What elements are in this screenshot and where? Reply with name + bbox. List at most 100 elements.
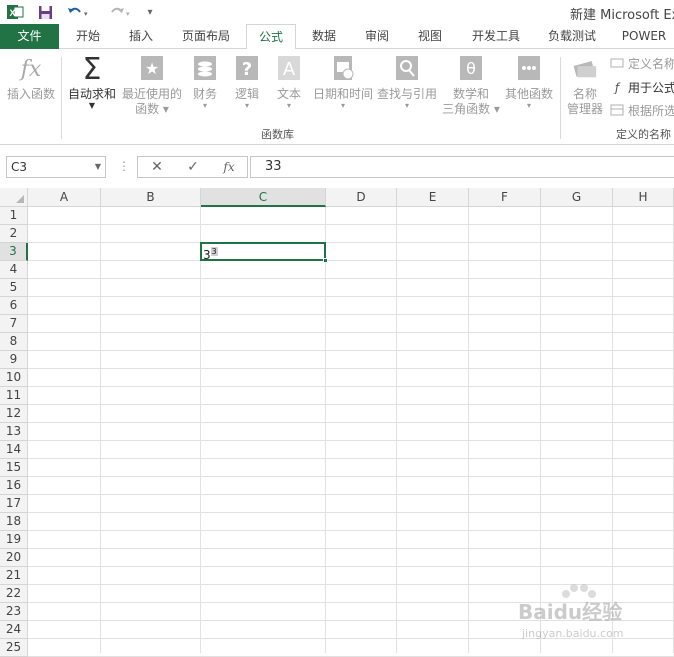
group-label-function-library: 函数库: [261, 128, 294, 141]
row-header-23[interactable]: 23: [0, 603, 28, 621]
create-from-selection-button[interactable]: 根据所选: [609, 101, 674, 119]
row-header-4[interactable]: 4: [0, 261, 28, 279]
grid-row-line: [28, 242, 674, 243]
table-select-icon: [609, 103, 625, 117]
name-manager-button[interactable]: 名称 管理器: [564, 53, 606, 117]
row-header-18[interactable]: 18: [0, 513, 28, 531]
row-header-16[interactable]: 16: [0, 477, 28, 495]
svg-text:X: X: [9, 8, 15, 18]
insert-function-button[interactable]: fx 插入函数: [4, 53, 58, 102]
logical-button[interactable]: ? 逻辑 ▾: [230, 53, 264, 110]
row-header-9[interactable]: 9: [0, 351, 28, 369]
tab-home[interactable]: 开始: [62, 24, 114, 49]
grid-row-line: [28, 422, 674, 423]
tab-view[interactable]: 视图: [405, 24, 455, 49]
chevron-down-icon[interactable]: ▼: [95, 157, 101, 177]
tab-data[interactable]: 数据: [300, 24, 348, 49]
lookup-reference-button[interactable]: 查找与引用 ▾: [376, 53, 438, 110]
financial-button[interactable]: 财务 ▾: [188, 53, 222, 110]
column-header-g[interactable]: G: [541, 188, 613, 207]
formula-bar-grip-icon[interactable]: ⋮: [118, 159, 130, 173]
tab-load-test[interactable]: 负载测试: [536, 24, 608, 49]
fx-icon: fx: [18, 53, 44, 83]
customize-quick-access-icon[interactable]: ▾: [144, 3, 156, 21]
row-header-24[interactable]: 24: [0, 621, 28, 639]
row-header-8[interactable]: 8: [0, 333, 28, 351]
confirm-icon[interactable]: ✓: [178, 157, 208, 177]
active-cell-c3[interactable]: [200, 242, 326, 261]
tab-review[interactable]: 审阅: [352, 24, 402, 49]
row-header-14[interactable]: 14: [0, 441, 28, 459]
math-trig-button[interactable]: θ 数学和 三角函数 ▾: [440, 53, 502, 117]
svg-text:ƒ: ƒ: [613, 81, 621, 94]
date-time-button[interactable]: 日期和时间 ▾: [312, 53, 374, 110]
row-header-6[interactable]: 6: [0, 297, 28, 315]
row-header-10[interactable]: 10: [0, 369, 28, 387]
fill-handle[interactable]: [323, 258, 328, 263]
row-header-7[interactable]: 7: [0, 315, 28, 333]
tab-page-layout[interactable]: 页面布局: [170, 24, 242, 49]
more-functions-button[interactable]: 其他函数 ▾: [502, 53, 556, 110]
row-header-1[interactable]: 1: [0, 207, 28, 225]
grid-row-line: [28, 296, 674, 297]
recently-used-button[interactable]: ★ 最近使用的 函数 ▾: [120, 53, 184, 117]
grid-column-line: [396, 207, 397, 653]
svg-text:?: ?: [242, 59, 252, 80]
dots-book-icon: [516, 53, 542, 83]
row-header-12[interactable]: 12: [0, 405, 28, 423]
magnifier-icon: [394, 53, 420, 83]
redo-icon[interactable]: ▾: [108, 3, 130, 21]
column-header-f[interactable]: F: [469, 188, 541, 207]
row-header-15[interactable]: 15: [0, 459, 28, 477]
row-header-21[interactable]: 21: [0, 567, 28, 585]
letter-a-icon: A: [276, 53, 302, 83]
row-header-20[interactable]: 20: [0, 549, 28, 567]
tab-file[interactable]: 文件: [0, 24, 59, 49]
tag-icon: [609, 56, 625, 70]
formula-input[interactable]: 33: [250, 156, 674, 178]
column-header-e[interactable]: E: [397, 188, 469, 207]
row-header-2[interactable]: 2: [0, 225, 28, 243]
grid-column-line: [468, 207, 469, 653]
ribbon-separator: [560, 57, 561, 139]
undo-icon[interactable]: ▾: [66, 3, 88, 21]
row-header-13[interactable]: 13: [0, 423, 28, 441]
svg-text:▾: ▾: [126, 10, 130, 18]
theta-icon: θ: [458, 53, 484, 83]
row-header-25[interactable]: 25: [0, 639, 28, 657]
ribbon: fx 插入函数 Σ 自动求和 ▼ ★ 最近使用的 函数 ▾ 财务 ▾ ? 逻辑 …: [0, 49, 674, 145]
grid-row-line: [28, 368, 674, 369]
row-header-19[interactable]: 19: [0, 531, 28, 549]
grid-row-line: [28, 350, 674, 351]
cancel-icon[interactable]: ✕: [142, 157, 172, 177]
tab-formulas[interactable]: 公式: [246, 24, 296, 50]
select-all-button[interactable]: [0, 188, 28, 207]
name-box[interactable]: C3 ▼: [6, 156, 106, 178]
row-header-11[interactable]: 11: [0, 387, 28, 405]
tab-insert[interactable]: 插入: [116, 24, 166, 49]
column-header-b[interactable]: B: [101, 188, 201, 207]
tab-power[interactable]: POWER: [614, 24, 674, 49]
column-header-a[interactable]: A: [28, 188, 101, 207]
text-functions-button[interactable]: A 文本 ▾: [272, 53, 306, 110]
insert-function-fx-button[interactable]: fx: [214, 157, 244, 177]
define-name-button[interactable]: 定义名称: [609, 54, 674, 72]
grid-column-line: [100, 207, 101, 653]
svg-text:★: ★: [145, 59, 159, 78]
autosum-button[interactable]: Σ 自动求和 ▼: [66, 53, 118, 110]
row-header-17[interactable]: 17: [0, 495, 28, 513]
column-header-d[interactable]: D: [326, 188, 397, 207]
tab-developer[interactable]: 开发工具: [460, 24, 532, 49]
grid-row-line: [28, 278, 674, 279]
cell-c3-base-text: 3: [203, 248, 211, 262]
group-label-defined-names: 定义的名称: [616, 128, 671, 141]
grid-row-line: [28, 458, 674, 459]
column-header-h[interactable]: H: [613, 188, 674, 207]
save-icon[interactable]: [36, 3, 54, 21]
chevron-down-icon: ▾: [286, 101, 291, 110]
row-header-22[interactable]: 22: [0, 585, 28, 603]
column-header-c[interactable]: C: [201, 188, 326, 207]
use-in-formula-button[interactable]: ƒ 用于公式: [609, 78, 674, 96]
row-header-3[interactable]: 3: [0, 243, 28, 261]
row-header-5[interactable]: 5: [0, 279, 28, 297]
